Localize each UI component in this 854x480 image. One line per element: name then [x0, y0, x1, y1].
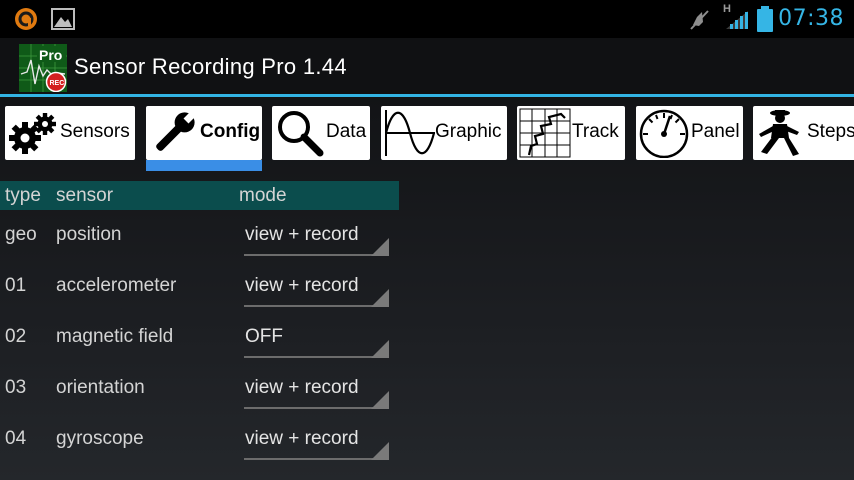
gears-icon [9, 113, 56, 154]
mode-spinner-orientation[interactable]: view + record [244, 371, 389, 409]
avast-icon [15, 8, 37, 30]
spinner-underline [244, 356, 388, 358]
action-bar-divider [0, 94, 854, 97]
spinner-underline [244, 305, 388, 307]
spinner-arrow-icon [371, 442, 389, 460]
tab-label: Config [200, 121, 261, 142]
mute-icon [690, 10, 709, 30]
mode-spinner-magnetic-field[interactable]: OFF [244, 320, 389, 358]
table-row: 03 orientation view + record [0, 365, 400, 416]
spinner-arrow-icon [371, 289, 389, 307]
tab-label: Graphic [435, 121, 502, 142]
mode-value: view + record [245, 224, 359, 245]
walking-man-icon [759, 110, 799, 156]
spinner-underline [244, 254, 388, 256]
mode-value: view + record [245, 377, 359, 398]
app-title: Sensor Recording Pro 1.44 [74, 54, 347, 79]
tab-label: Steps [807, 121, 854, 142]
app-logo-rec: REC [50, 80, 65, 87]
tab-config[interactable]: Config [146, 106, 262, 160]
column-header-mode: mode [239, 185, 287, 206]
map-track-icon [519, 108, 571, 158]
gauge-icon [639, 109, 689, 158]
tab-panel[interactable]: Panel [636, 106, 743, 160]
tab-label: Sensors [60, 121, 130, 142]
app-logo-badge: Pro [39, 47, 62, 63]
spinner-arrow-icon [371, 340, 389, 358]
status-clock: 07:38 [778, 6, 844, 31]
app-logo-icon[interactable]: Pro REC [19, 44, 67, 92]
gallery-icon [51, 8, 75, 30]
sensor-name: gyroscope [56, 428, 144, 449]
spinner-arrow-icon [371, 391, 389, 409]
spinner-underline [244, 458, 388, 460]
sensor-type: 03 [5, 377, 27, 398]
tab-sensors[interactable]: Sensors [5, 106, 135, 160]
tab-label: Panel [691, 121, 740, 142]
magnifier-icon [278, 111, 324, 157]
table-row: 04 gyroscope view + record [0, 416, 400, 467]
tab-selected-indicator [146, 160, 262, 171]
spinner-underline [244, 407, 388, 409]
tab-track[interactable]: Track [517, 106, 625, 160]
signal-icon [726, 11, 748, 29]
tab-graphic[interactable]: Graphic [381, 106, 507, 160]
mode-spinner-gyroscope[interactable]: view + record [244, 422, 389, 460]
table-row: 02 magnetic field OFF [0, 314, 400, 365]
column-header-type: type [5, 185, 41, 206]
sensor-name: magnetic field [56, 326, 174, 347]
sensor-name: position [56, 224, 122, 245]
sensor-table-header: type sensor mode [0, 181, 399, 210]
mode-value: view + record [245, 428, 359, 449]
sensor-type: geo [5, 224, 37, 245]
sensor-name: orientation [56, 377, 145, 398]
battery-icon [757, 6, 773, 32]
status-bar: H 07:38 [0, 0, 854, 38]
sensor-name: accelerometer [56, 275, 177, 296]
tab-label: Data [326, 121, 367, 142]
table-row: geo position view + record [0, 212, 400, 263]
mode-spinner-position[interactable]: view + record [244, 218, 389, 256]
tab-steps[interactable]: Steps [753, 106, 854, 160]
sensor-type: 02 [5, 326, 27, 347]
mode-value: view + record [245, 275, 359, 296]
spinner-arrow-icon [371, 238, 389, 256]
mode-spinner-accelerometer[interactable]: view + record [244, 269, 389, 307]
sensor-type: 04 [5, 428, 27, 449]
tab-data[interactable]: Data [272, 106, 370, 160]
mode-value: OFF [245, 326, 283, 347]
tab-label: Track [572, 121, 619, 142]
table-row: 01 accelerometer view + record [0, 263, 400, 314]
wrench-icon [156, 111, 196, 151]
column-header-sensor: sensor [56, 185, 114, 206]
sine-wave-icon [384, 110, 436, 156]
sensor-type: 01 [5, 275, 27, 296]
